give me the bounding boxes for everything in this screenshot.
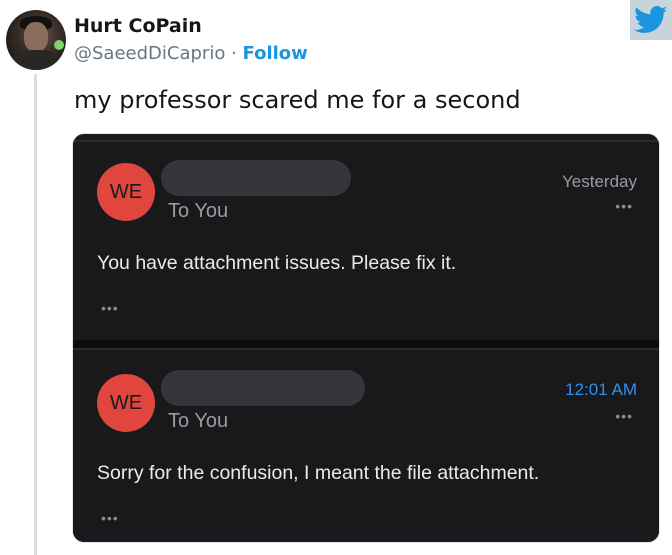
avatar-accent bbox=[54, 40, 64, 50]
user-handle[interactable]: @SaeedDiCaprio bbox=[74, 43, 225, 64]
ellipsis-icon: ••• bbox=[101, 300, 119, 316]
redacted-sender-name bbox=[161, 160, 351, 196]
email-card: WE To You 12:01 AM ••• Sorry for the con… bbox=[73, 348, 659, 542]
handle-separator: · bbox=[225, 43, 243, 64]
email-time: 12:01 AM bbox=[565, 380, 637, 399]
avatar-body bbox=[12, 50, 60, 70]
twitter-logo-badge[interactable] bbox=[630, 0, 672, 40]
redacted-sender-name bbox=[161, 370, 365, 406]
display-name[interactable]: Hurt CoPain bbox=[74, 15, 202, 37]
avatar-face bbox=[24, 22, 48, 52]
ellipsis-icon: ••• bbox=[101, 510, 119, 526]
email-body: Sorry for the confusion, I meant the fil… bbox=[97, 462, 540, 484]
twitter-bird-icon bbox=[634, 6, 668, 33]
more-options-icon: ••• bbox=[615, 198, 633, 214]
tweet-media-image[interactable]: WE To You Yesterday ••• You have attachm… bbox=[72, 133, 660, 543]
handle-row: @SaeedDiCaprio · Follow bbox=[74, 43, 308, 64]
thread-rail bbox=[34, 74, 37, 555]
tweet-text: my professor scared me for a second bbox=[74, 86, 521, 114]
recipient-label: To You bbox=[168, 410, 229, 432]
user-avatar[interactable] bbox=[6, 10, 66, 70]
more-options-icon: ••• bbox=[615, 408, 633, 424]
follow-button[interactable]: Follow bbox=[243, 43, 308, 64]
email-card: WE To You Yesterday ••• You have attachm… bbox=[73, 140, 659, 342]
recipient-label: To You bbox=[168, 200, 229, 222]
card-divider bbox=[73, 340, 659, 348]
email-body: You have attachment issues. Please fix i… bbox=[97, 252, 457, 274]
sender-avatar: WE bbox=[97, 163, 155, 221]
email-time: Yesterday bbox=[562, 172, 637, 191]
sender-avatar: WE bbox=[97, 374, 155, 432]
